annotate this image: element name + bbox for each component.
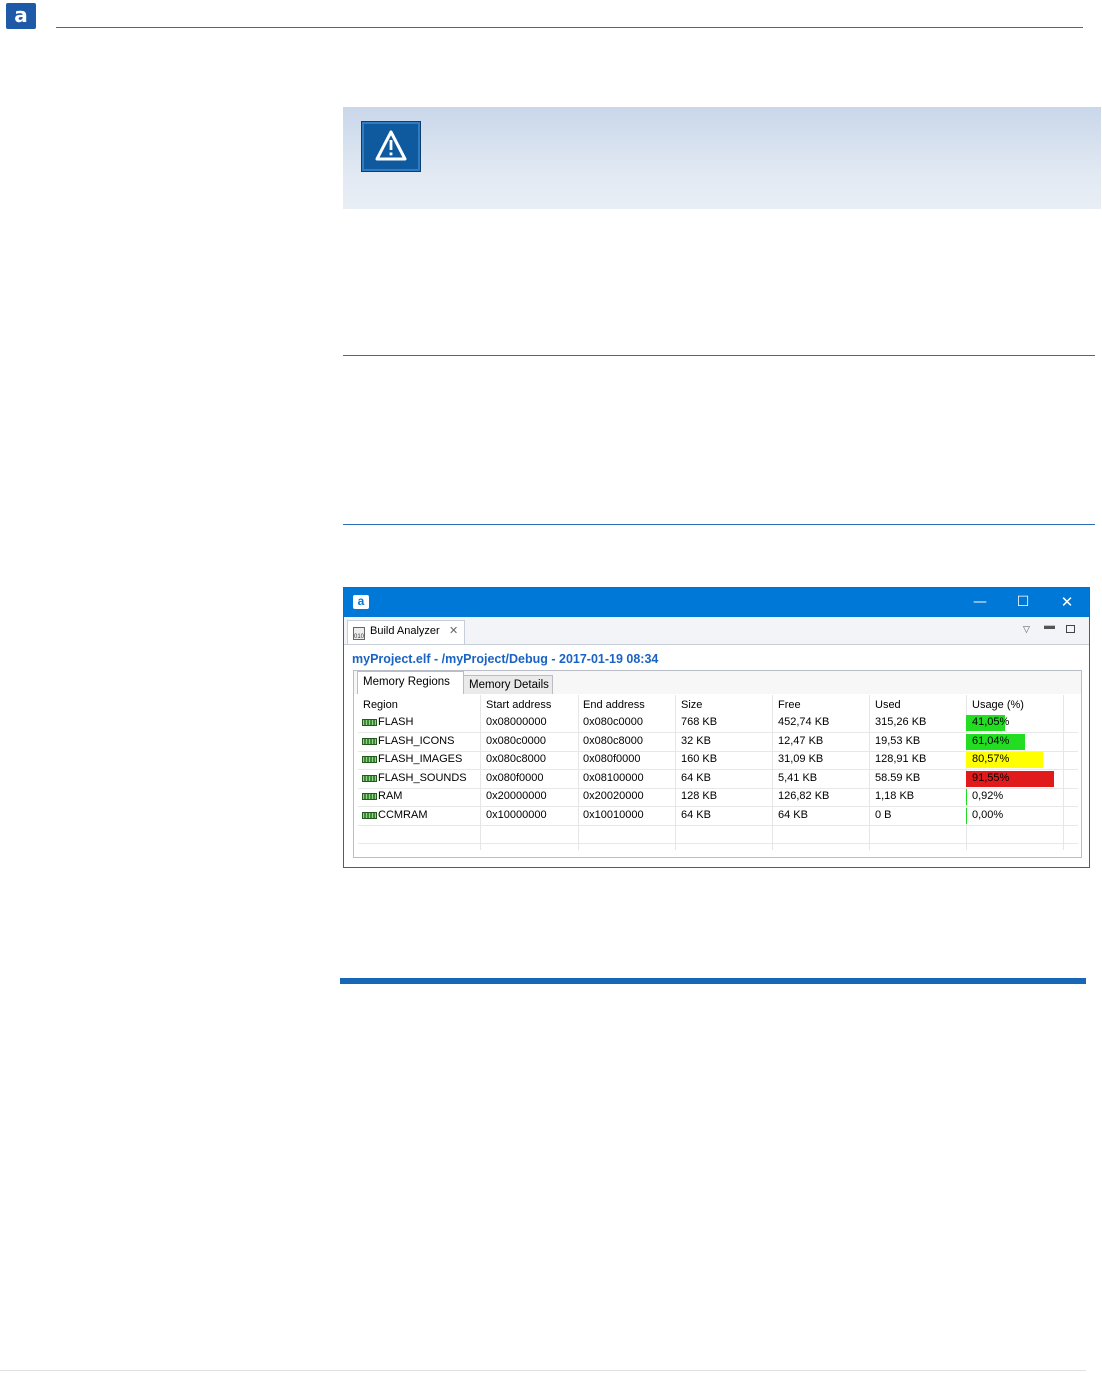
memory-chip-icon xyxy=(362,774,377,782)
empty-row xyxy=(358,844,1078,862)
close-tab-icon[interactable]: ✕ xyxy=(449,624,458,637)
tab-label: Build Analyzer xyxy=(370,625,440,637)
memory-chip-icon xyxy=(362,811,377,819)
section-divider xyxy=(343,524,1095,525)
cell-usage: 0,00% xyxy=(972,808,1004,821)
table-row[interactable]: RAM 0x20000000 0x20020000 128 KB 126,82 KB 1,… xyxy=(358,788,1078,807)
view-toolbar: 010 Build Analyzer ✕ ▽ ▬ xyxy=(344,617,1089,645)
cell-size: 160 KB xyxy=(681,753,718,765)
cell-region: RAM xyxy=(378,790,403,802)
logo-glyph: a xyxy=(14,3,28,27)
cell-usage: 80,57% xyxy=(972,753,1010,765)
cell-end: 0x08100000 xyxy=(583,771,644,784)
cell-end: 0x10010000 xyxy=(583,808,644,821)
close-button[interactable]: ✕ xyxy=(1045,588,1089,617)
header-rule xyxy=(56,27,1083,28)
cell-end: 0x080f0000 xyxy=(583,753,641,765)
cell-start: 0x08000000 xyxy=(486,716,547,728)
usage-bar xyxy=(966,789,967,805)
cell-start: 0x080c0000 xyxy=(486,734,546,747)
cell-end: 0x080c0000 xyxy=(583,716,643,728)
cell-used: 58.59 KB xyxy=(875,771,921,784)
cell-free: 126,82 KB xyxy=(778,790,830,802)
column-header-end-address[interactable]: End address xyxy=(583,699,645,711)
title-bar: a — ☐ ✕ xyxy=(344,588,1089,617)
column-header-free[interactable]: Free xyxy=(778,699,801,711)
cell-used: 315,26 KB xyxy=(875,716,927,728)
footer-rule xyxy=(0,1370,1086,1371)
maximize-button[interactable]: ☐ xyxy=(1001,588,1045,617)
column-header-start-address[interactable]: Start address xyxy=(486,699,551,711)
table-row[interactable]: FLASH_ICONS 0x080c0000 0x080c8000 32 KB 12,4… xyxy=(358,733,1078,752)
cell-used: 1,18 KB xyxy=(875,790,915,802)
cell-free: 452,74 KB xyxy=(778,716,830,728)
section-end-bar xyxy=(340,978,1086,984)
table-row[interactable]: FLASH_IMAGES 0x080c8000 0x080f0000 160 KB 31… xyxy=(358,751,1078,770)
warning-icon xyxy=(361,121,421,172)
tab-memory-details[interactable]: Memory Details xyxy=(463,675,553,694)
build-analyzer-window: a — ☐ ✕ 010 Build Analyzer ✕ ▽ ▬ myProje… xyxy=(343,587,1090,868)
cell-size: 128 KB xyxy=(681,790,718,802)
cell-usage: 0,92% xyxy=(972,790,1004,802)
usage-bar xyxy=(966,807,967,824)
tab-memory-regions[interactable]: Memory Regions xyxy=(357,671,464,694)
cell-used: 0 B xyxy=(875,808,892,821)
logo: a xyxy=(6,3,36,29)
subtab-bar: Memory Regions Memory Details xyxy=(354,671,1081,694)
maximize-view-icon[interactable] xyxy=(1066,625,1075,633)
caution-box xyxy=(343,107,1101,209)
table-row[interactable]: FLASH 0x08000000 0x080c0000 768 KB 452,74 KB… xyxy=(358,714,1078,733)
cell-start: 0x10000000 xyxy=(486,808,547,821)
cell-start: 0x20000000 xyxy=(486,790,547,802)
cell-free: 64 KB xyxy=(778,808,808,821)
tab-build-analyzer[interactable]: 010 Build Analyzer ✕ xyxy=(347,620,465,644)
memory-regions-table: Region Start address End address Size Fr… xyxy=(358,695,1084,856)
column-header-usage[interactable]: Usage (%) xyxy=(972,699,1024,711)
minimize-button[interactable]: — xyxy=(958,588,1002,617)
minimize-view-icon[interactable]: ▬ xyxy=(1044,620,1055,632)
cell-size: 768 KB xyxy=(681,716,718,728)
cell-end: 0x20020000 xyxy=(583,790,644,802)
memory-panel: Memory Regions Memory Details Region Sta… xyxy=(353,670,1082,858)
cell-used: 128,91 KB xyxy=(875,753,927,765)
column-header-size[interactable]: Size xyxy=(681,699,702,711)
cell-size: 32 KB xyxy=(681,734,711,747)
cell-usage: 41,05% xyxy=(972,716,1010,728)
empty-row xyxy=(358,825,1078,844)
cell-region: FLASH_ICONS xyxy=(378,734,455,747)
binary-file-icon: 010 xyxy=(353,627,365,640)
cell-region: FLASH_SOUNDS xyxy=(378,771,467,784)
cell-free: 5,41 KB xyxy=(778,771,818,784)
cell-region: FLASH_IMAGES xyxy=(378,753,463,765)
cell-size: 64 KB xyxy=(681,771,711,784)
section-divider xyxy=(343,355,1095,356)
table-row[interactable]: FLASH_SOUNDS 0x080f0000 0x08100000 64 KB 5,4… xyxy=(358,770,1078,789)
app-icon: a xyxy=(353,595,369,609)
cell-region: CCMRAM xyxy=(378,808,428,821)
cell-region: FLASH xyxy=(378,716,414,728)
cell-usage: 91,55% xyxy=(972,771,1010,784)
file-title: myProject.elf - /myProject/Debug - 2017-… xyxy=(352,652,659,666)
cell-free: 12,47 KB xyxy=(778,734,824,747)
memory-chip-icon xyxy=(362,793,377,800)
memory-chip-icon xyxy=(362,719,377,726)
cell-usage: 61,04% xyxy=(972,734,1010,747)
cell-start: 0x080c8000 xyxy=(486,753,546,765)
cell-used: 19,53 KB xyxy=(875,734,921,747)
column-header-used[interactable]: Used xyxy=(875,699,901,711)
memory-chip-icon xyxy=(362,737,377,745)
memory-chip-icon xyxy=(362,756,377,763)
cell-end: 0x080c8000 xyxy=(583,734,643,747)
view-menu-icon[interactable]: ▽ xyxy=(1023,624,1030,635)
column-header-region[interactable]: Region xyxy=(363,699,398,711)
cell-start: 0x080f0000 xyxy=(486,771,544,784)
cell-size: 64 KB xyxy=(681,808,711,821)
table-row[interactable]: CCMRAM 0x10000000 0x10010000 64 KB 64 KB 0 B 0… xyxy=(358,807,1078,826)
cell-free: 31,09 KB xyxy=(778,753,824,765)
